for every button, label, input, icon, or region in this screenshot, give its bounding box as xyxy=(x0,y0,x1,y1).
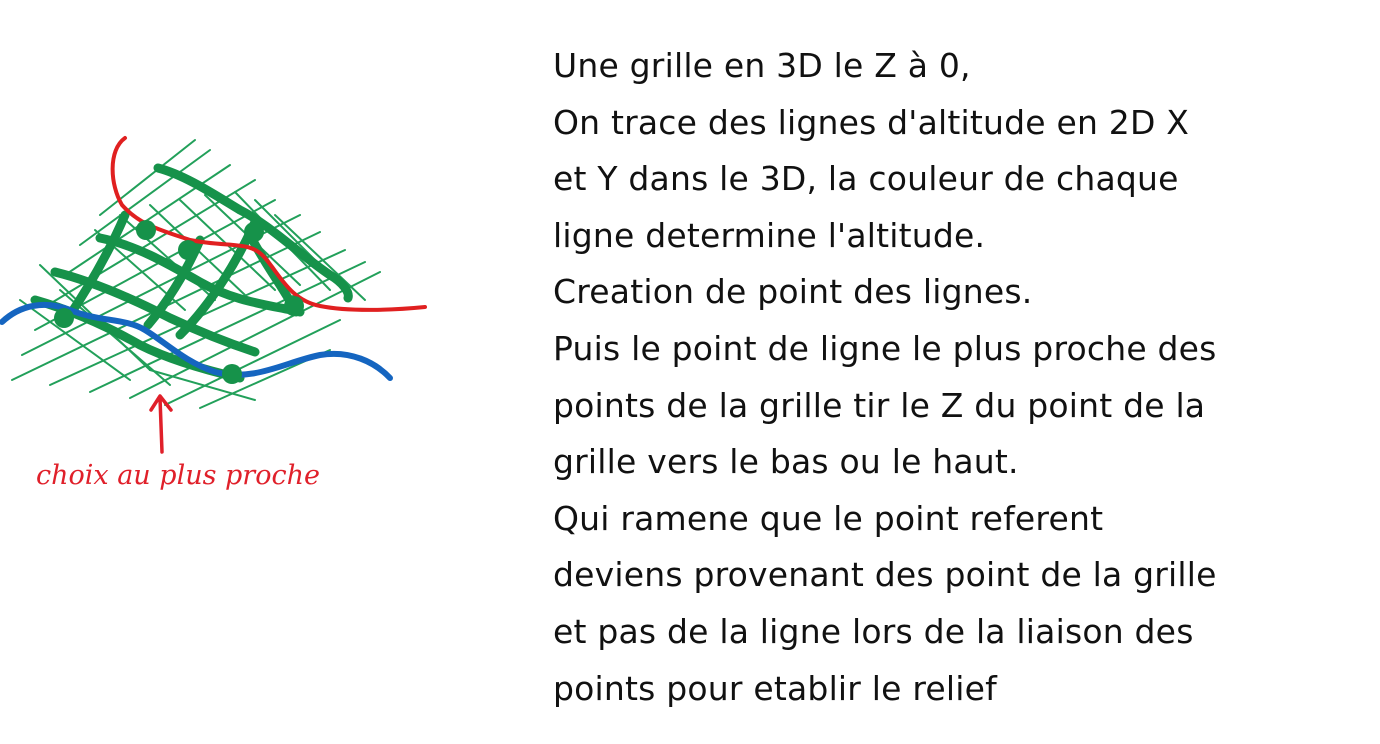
junction-dot xyxy=(284,296,304,316)
note-line: Puis le point de ligne le plus proche de… xyxy=(553,328,1217,368)
junction-dot xyxy=(54,308,74,328)
note-line: ligne determine l'altitude. xyxy=(553,215,986,255)
note-line: et Y dans le 3D, la couleur de chaque xyxy=(553,159,1179,199)
note-line: deviens provenant des point de la grille xyxy=(553,555,1217,595)
note-line: Qui ramene que le point referent xyxy=(553,498,1104,538)
terrain-sketch: choix au plus proche xyxy=(0,136,427,491)
note-line: grille vers le bas ou le haut. xyxy=(553,442,1019,482)
note-line: et pas de la ligne lors de la liaison de… xyxy=(553,611,1194,651)
junction-dot xyxy=(222,364,242,384)
annotation-label: choix au plus proche xyxy=(36,460,320,491)
junction-dot xyxy=(244,222,264,242)
junction-dot xyxy=(178,240,198,260)
arrow-icon xyxy=(149,394,173,454)
note-line: On trace des lignes d'altitude en 2D X xyxy=(553,102,1190,142)
note-line: Une grille en 3D le Z à 0, xyxy=(553,46,971,85)
note-line: points pour etablir le relief xyxy=(553,668,997,708)
note-line: points de la grille tir le Z du point de… xyxy=(553,385,1206,425)
notes-text: Une grille en 3D le Z à 0, On trace des l… xyxy=(553,38,1373,717)
note-line: Creation de point des lignes. xyxy=(553,272,1033,312)
junction-dot xyxy=(136,220,156,240)
